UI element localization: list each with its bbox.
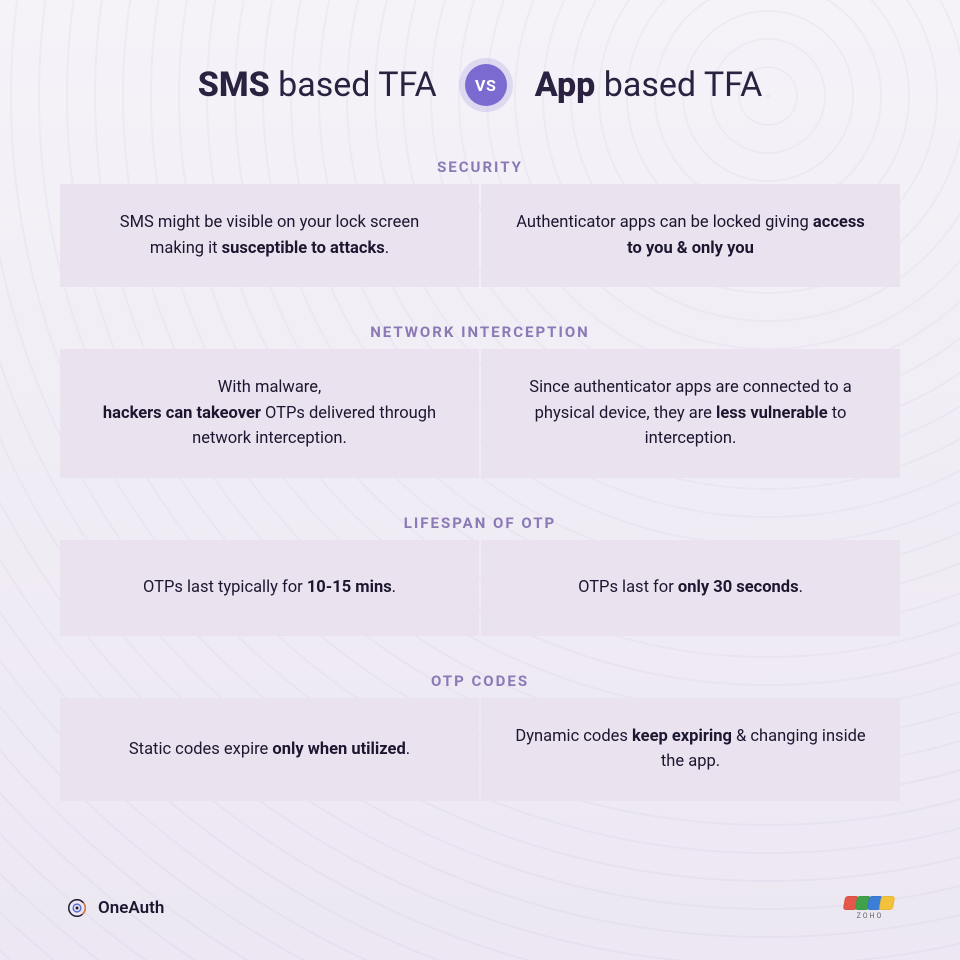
section-1: NETWORK INTERCEPTION With malware,hackers… <box>60 323 900 478</box>
section-0: SECURITY SMS might be visible on your loc… <box>60 158 900 287</box>
brand-zoho: ZOHO <box>846 896 894 920</box>
title-right: App based TFA <box>535 65 763 105</box>
zoho-icon <box>846 896 894 910</box>
cell-sms: OTPs last typically for 10-15 mins. <box>60 540 479 636</box>
comparison-row: With malware,hackers can takeover OTPs d… <box>60 349 900 478</box>
cell-app: Dynamic codes keep expiring & changing i… <box>481 698 900 801</box>
section-label: NETWORK INTERCEPTION <box>60 323 900 341</box>
comparison-row: OTPs last typically for 10-15 mins.OTPs … <box>60 540 900 636</box>
oneauth-icon <box>66 897 88 919</box>
comparison-row: Static codes expire only when utilized.D… <box>60 698 900 801</box>
page-header: SMS based TFA VS App based TFA <box>60 64 900 106</box>
section-label: SECURITY <box>60 158 900 176</box>
title-right-bold: App <box>535 65 596 105</box>
section-label: OTP CODES <box>60 672 900 690</box>
title-left-rest: based TFA <box>270 65 437 105</box>
section-3: OTP CODES Static codes expire only when u… <box>60 672 900 801</box>
brand-zoho-label: ZOHO <box>857 912 884 920</box>
cell-app: OTPs last for only 30 seconds. <box>481 540 900 636</box>
section-2: LIFESPAN OF OTP OTPs last typically for 1… <box>60 514 900 636</box>
cell-app: Since authenticator apps are connected t… <box>481 349 900 478</box>
comparison-row: SMS might be visible on your lock screen… <box>60 184 900 287</box>
vs-label: VS <box>475 76 496 95</box>
title-left-bold: SMS <box>198 65 270 105</box>
title-left: SMS based TFA <box>198 65 437 105</box>
brand-oneauth-label: OneAuth <box>98 898 164 918</box>
title-right-rest: based TFA <box>595 65 762 105</box>
cell-sms: SMS might be visible on your lock screen… <box>60 184 479 287</box>
page-footer: OneAuth ZOHO <box>60 896 900 920</box>
vs-badge: VS <box>465 64 507 106</box>
brand-oneauth: OneAuth <box>66 897 164 919</box>
cell-sms: Static codes expire only when utilized. <box>60 698 479 801</box>
cell-sms: With malware,hackers can takeover OTPs d… <box>60 349 479 478</box>
sections-container: SECURITY SMS might be visible on your loc… <box>60 158 900 862</box>
cell-app: Authenticator apps can be locked giving … <box>481 184 900 287</box>
infographic-page: SMS based TFA VS App based TFA SECURITYS… <box>0 0 960 960</box>
section-label: LIFESPAN OF OTP <box>60 514 900 532</box>
zoho-box <box>879 896 895 910</box>
